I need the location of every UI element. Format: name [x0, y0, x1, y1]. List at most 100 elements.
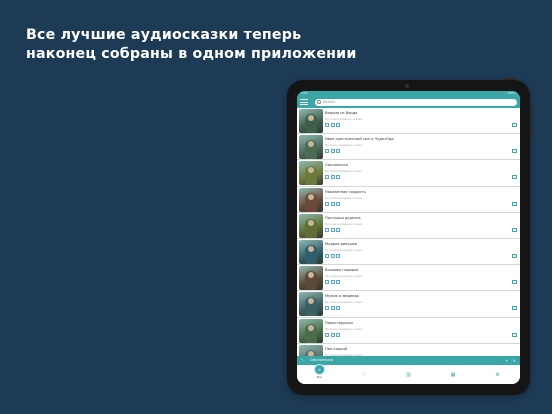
tag-icon	[330, 332, 335, 337]
story-title: Пан коцкий	[325, 346, 348, 351]
search-placeholder: Search	[323, 99, 336, 104]
tab-settings[interactable]: ⚙	[489, 368, 507, 382]
story-cover	[299, 161, 323, 186]
power-button	[502, 78, 516, 80]
story-cover	[299, 135, 323, 160]
gear-icon: ⚙	[495, 371, 500, 378]
story-list[interactable]: Ведьма из Ворда Русская народная сказка Ив…	[297, 108, 520, 356]
list-item[interactable]: Волковы подарки Русская народная сказка	[297, 265, 520, 292]
tag-icon	[325, 175, 329, 180]
tag-icon	[330, 227, 335, 232]
tag-icon	[330, 253, 335, 258]
tag-icon	[336, 149, 340, 154]
list-item[interactable]: Мудрая девушка Русская народная сказка	[297, 238, 520, 266]
app-screen: 9:41 100% Search Ведьма из Ворда Русская …	[297, 91, 520, 384]
download-icon[interactable]	[512, 201, 517, 206]
calendar-icon: ▦	[450, 371, 456, 378]
mini-player[interactable]: ‹ Смоляночка ⏸ ✕	[297, 356, 520, 365]
story-tags	[325, 227, 340, 232]
story-title: Наказанная гордость	[325, 189, 366, 194]
list-item[interactable]: Пан коцкий Русская народная сказка	[297, 343, 520, 356]
story-tags	[325, 175, 340, 180]
cover-face	[308, 193, 314, 200]
story-title: Волковы подарки	[325, 268, 359, 273]
tab-calendar[interactable]: ▦	[444, 368, 462, 382]
story-subtitle: Русская народная сказка	[325, 169, 363, 174]
story-subtitle: Русская народная сказка	[325, 117, 363, 121]
home-icon: ≡	[313, 364, 325, 375]
download-icon[interactable]	[512, 332, 517, 337]
list-item[interactable]: Перестарушки Русская народная сказка	[297, 317, 520, 344]
tag-icon	[336, 306, 340, 311]
download-icon[interactable]	[512, 227, 517, 232]
story-title: Пастушья дудочка	[325, 215, 361, 220]
story-cover	[299, 292, 323, 317]
list-item[interactable]: Пастушья дудочка Русская народная сказка	[297, 212, 520, 239]
list-item[interactable]: Иван крестьянский сын и Чудо-Юдо Русская …	[297, 134, 520, 161]
tag-icon	[336, 175, 340, 180]
app-header: Search	[297, 96, 520, 108]
promo-headline: Все лучшие аудиосказки теперь наконец со…	[26, 26, 356, 64]
story-title: Мужик и медведь	[325, 294, 359, 299]
tag-icon	[336, 332, 340, 337]
list-item[interactable]: Смоляночка Русская народная сказка	[297, 160, 520, 187]
tab-favorites[interactable]: ♡	[355, 368, 373, 382]
search-input[interactable]: Search	[315, 98, 517, 106]
story-tags	[325, 201, 340, 206]
download-icon[interactable]	[512, 123, 517, 127]
story-title: Иван крестьянский сын и Чудо-Юдо	[325, 137, 394, 142]
story-tags	[325, 123, 340, 127]
story-cover	[299, 213, 323, 238]
download-icon[interactable]	[512, 306, 517, 311]
tag-icon	[330, 306, 335, 311]
story-subtitle: Русская народная сказка	[325, 195, 363, 200]
search-icon	[317, 100, 321, 104]
download-icon[interactable]	[512, 149, 517, 154]
story-subtitle: Русская народная сказка	[325, 326, 363, 331]
story-title: Перестарушки	[325, 320, 353, 325]
now-playing-title: Смоляночка	[310, 358, 333, 362]
tag-icon	[336, 201, 340, 206]
hamburger-icon[interactable]	[300, 99, 308, 105]
list-item[interactable]: Мужик и медведь Русская народная сказка	[297, 291, 520, 318]
story-cover	[299, 266, 323, 291]
tab-all-label: Все	[316, 375, 322, 379]
tag-icon	[336, 280, 340, 285]
list-item[interactable]: Ведьма из Ворда Русская народная сказка	[297, 108, 520, 135]
library-icon: ▥	[406, 371, 411, 378]
tag-icon	[330, 123, 335, 127]
tag-icon	[325, 280, 329, 285]
camera-icon	[405, 84, 409, 88]
download-icon[interactable]	[512, 175, 517, 180]
story-tags	[325, 306, 340, 311]
cover-face	[308, 245, 314, 252]
story-subtitle: Русская народная сказка	[325, 221, 363, 226]
close-icon[interactable]: ✕	[513, 356, 516, 365]
story-cover	[299, 344, 323, 356]
cover-face	[308, 115, 314, 121]
tag-icon	[336, 253, 340, 258]
tag-icon	[336, 227, 340, 232]
story-tags	[325, 149, 340, 154]
tag-icon	[325, 306, 329, 311]
cover-face	[308, 324, 314, 331]
tag-icon	[325, 253, 329, 258]
list-item[interactable]: Наказанная гордость Русская народная сказ…	[297, 186, 520, 213]
tag-icon	[325, 227, 329, 232]
story-cover	[299, 318, 323, 343]
volume-up-button	[530, 106, 532, 120]
download-icon[interactable]	[512, 253, 517, 258]
cover-face	[308, 219, 314, 226]
story-subtitle: Русская народная сказка	[325, 247, 363, 252]
tab-library[interactable]: ▥	[399, 368, 417, 382]
tag-icon	[325, 123, 329, 127]
tag-icon	[325, 201, 329, 206]
tag-icon	[330, 201, 335, 206]
back-icon[interactable]: ‹	[301, 356, 303, 365]
story-title: Ведьма из Ворда	[325, 111, 358, 115]
tag-icon	[325, 149, 329, 154]
pause-icon[interactable]: ⏸	[506, 356, 508, 365]
tab-all[interactable]: ≡ Все	[310, 364, 328, 382]
download-icon[interactable]	[512, 280, 517, 285]
tag-icon	[330, 280, 335, 285]
